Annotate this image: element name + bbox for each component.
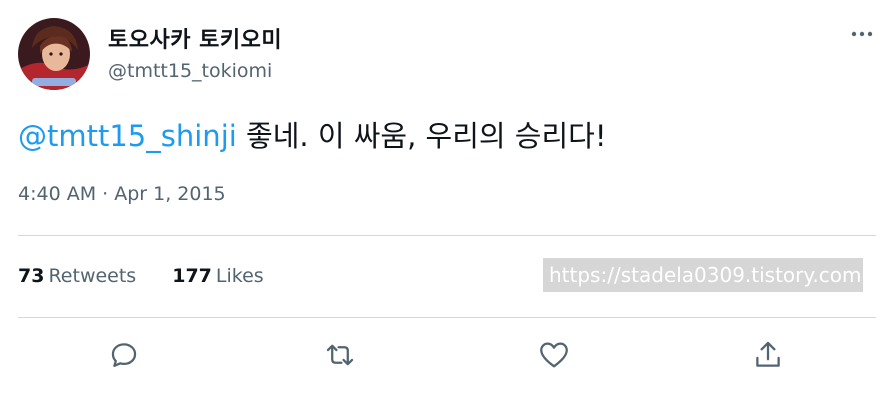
share-icon [756, 341, 780, 367]
avatar-portrait-icon [18, 18, 90, 90]
like-button[interactable] [537, 338, 571, 372]
tweet-body: 좋네. 이 싸움, 우리의 승리다! [236, 119, 607, 153]
retweet-icon [326, 344, 354, 366]
user-handle[interactable]: @tmtt15_tokiomi [108, 60, 272, 82]
retweets-count: 73 [18, 265, 45, 287]
reply-icon [111, 343, 137, 367]
display-name[interactable]: 토오사카 토키오미 [108, 22, 282, 54]
mention-link[interactable]: @tmtt15_shinji [18, 119, 237, 153]
share-button[interactable] [751, 338, 785, 372]
tweet-text: @tmtt15_shinji 좋네. 이 싸움, 우리의 승리다! [18, 116, 606, 156]
divider [18, 235, 876, 236]
retweet-button[interactable] [323, 338, 357, 372]
more-icon [851, 31, 873, 37]
retweets-stat[interactable]: 73 Retweets [18, 265, 136, 287]
more-options-button[interactable] [846, 20, 878, 48]
divider [18, 317, 876, 318]
likes-count: 177 [172, 265, 212, 287]
reply-button[interactable] [107, 338, 141, 372]
heart-icon [540, 342, 568, 368]
avatar[interactable] [18, 18, 90, 90]
likes-label: Likes [215, 265, 264, 287]
likes-stat[interactable]: 177 Likes [172, 265, 263, 287]
watermark: https://stadela0309.tistory.com [543, 258, 863, 292]
tweet-timestamp[interactable]: 4:40 AM · Apr 1, 2015 [18, 183, 226, 205]
retweets-label: Retweets [48, 265, 137, 287]
tweet-stats: 73 Retweets 177 Likes [18, 265, 264, 287]
